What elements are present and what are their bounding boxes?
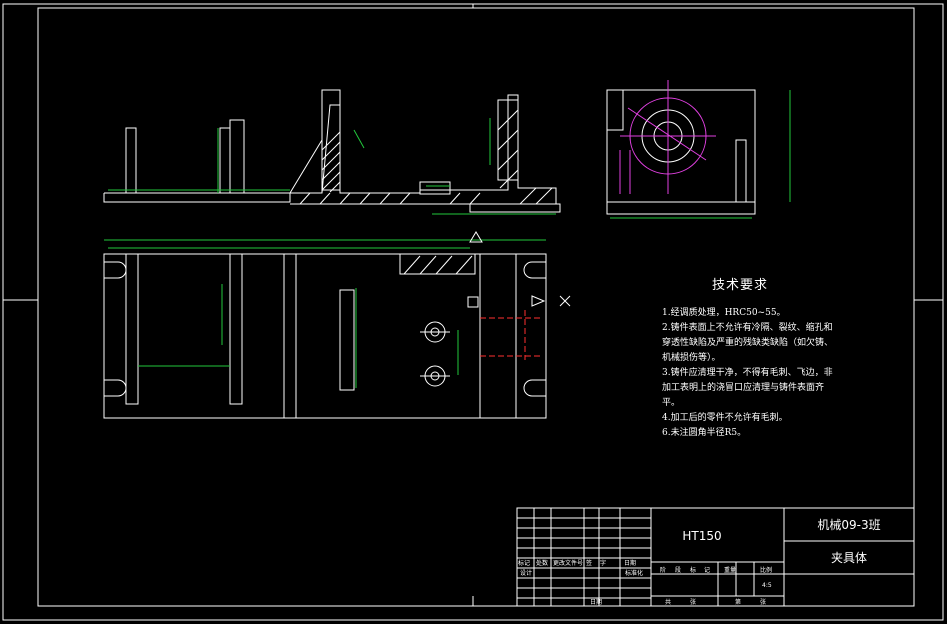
rev-label-doc: 更改文件号 [553,559,583,567]
front-view [103,89,561,215]
rev-label-count: 处数 [536,559,548,567]
sheet-no-2: 张 [760,598,766,606]
weight-header: 重量 [724,566,736,574]
class-label: 机械09-3班 [817,517,880,532]
standard-label: 标准化 [625,569,643,577]
rev-label-mark: 标记 [518,559,530,567]
rev-label-sign: 签 [586,559,592,567]
design-label: 设计 [520,569,532,577]
date-label: 日期 [590,598,602,606]
rev-label-date: 日期 [624,559,636,567]
rev-label-char: 字 [600,559,606,567]
tech-requirement-2: 2.铸件表面上不允许有冷隔、裂纹、缩孔和穿透性缺陷及严重的残缺类缺陷（如欠铸、机… [662,323,834,363]
scale-value: 4:5 [762,582,772,589]
part-name: 夹具体 [831,551,867,565]
stage-h3: 标 [690,566,696,574]
material-label: HT150 [682,529,721,543]
plan-view [103,231,571,419]
stage-h2: 段 [675,566,681,574]
sheet-no-1: 第 [735,598,741,606]
stage-h4: 记 [704,567,710,574]
sheet-total-1: 共 [665,598,671,606]
tech-requirements-list: 1.经调质处理，HRC50~55。 2.铸件表面上不允许有冷隔、裂纹、缩孔和穿透… [662,306,837,441]
tech-requirements-title: 技术要求 [712,278,769,293]
tech-requirement-4: 4.加工后的零件不允许有毛刺。 [662,413,788,423]
tech-requirement-3: 3.铸件应清理干净，不得有毛刺、飞边，非加工表明上的浇冒口应清理与铸件表面齐平。 [662,368,833,408]
side-view [606,80,791,219]
sheet-total-2: 张 [690,598,696,606]
tech-requirement-1: 1.经调质处理，HRC50~55。 [662,308,786,318]
stage-h1: 阶 [660,566,666,574]
scale-header: 比例 [760,566,772,574]
tech-requirement-5: 6.未注圆角半径R5。 [662,428,747,438]
